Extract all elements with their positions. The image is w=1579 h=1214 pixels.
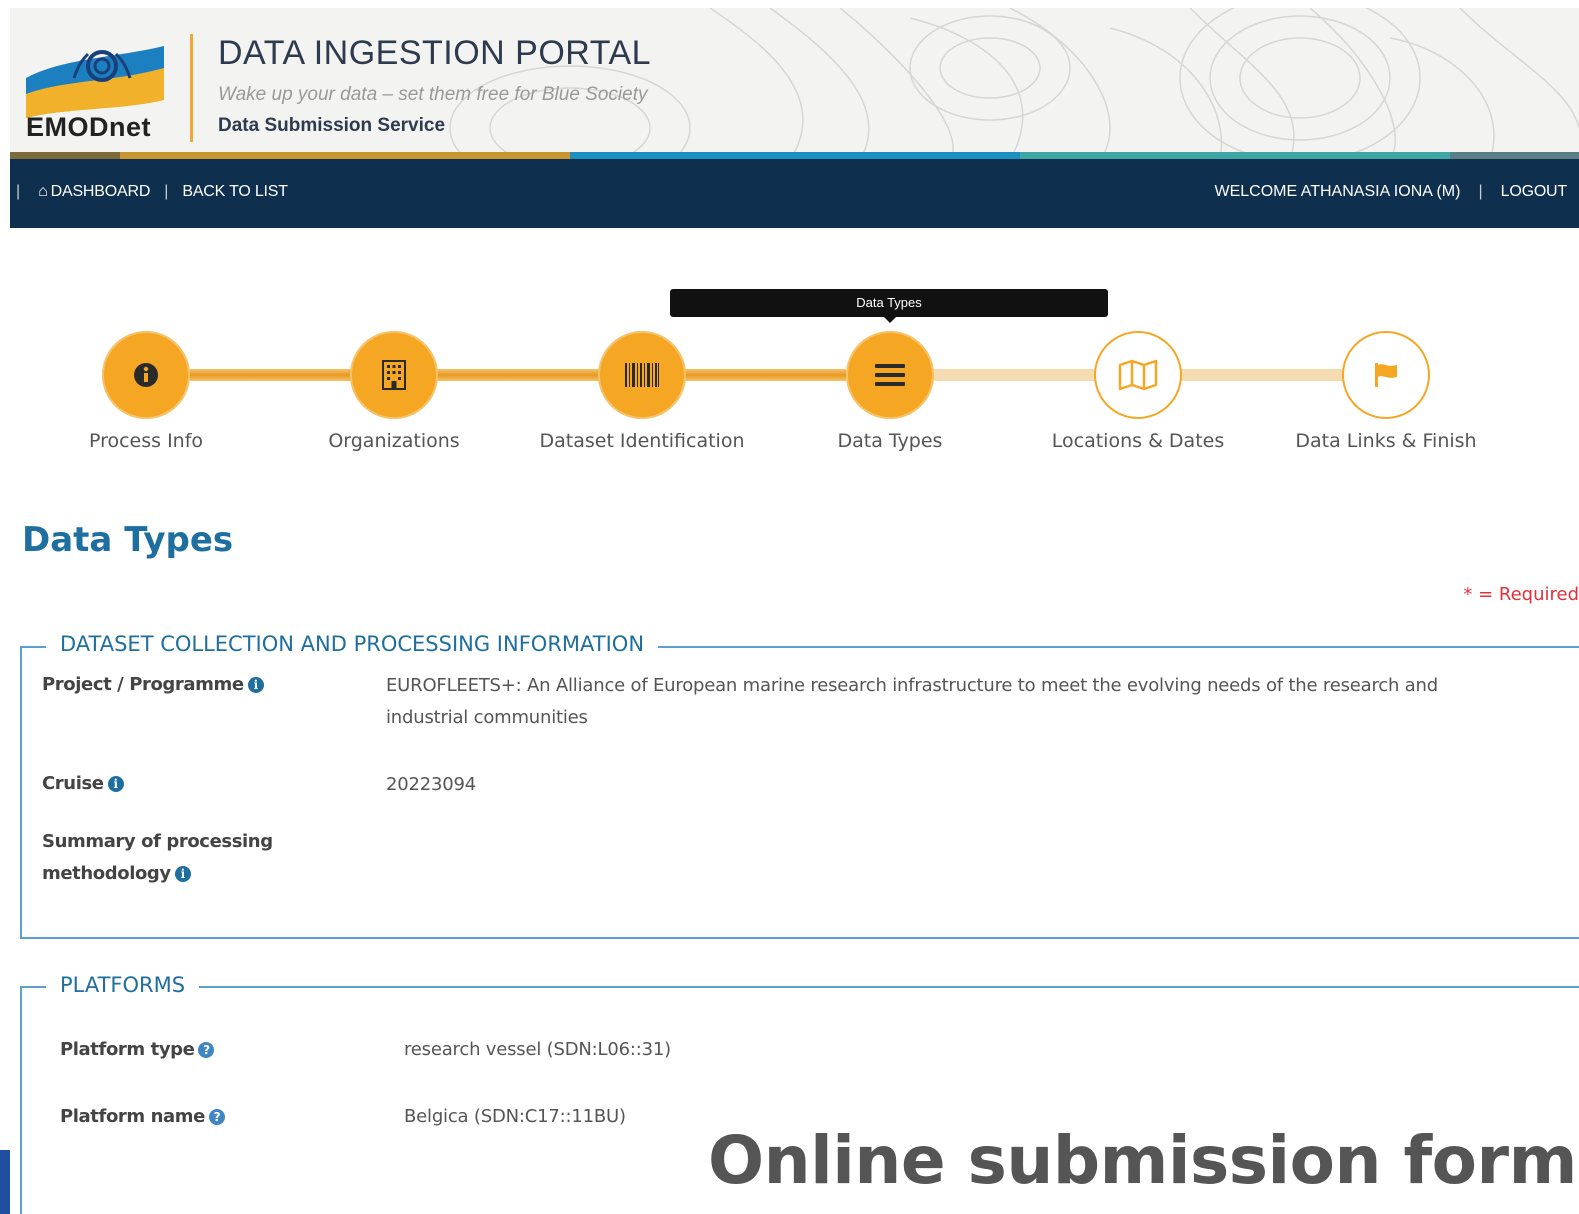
logo-divider <box>190 34 193 142</box>
info-icon[interactable]: i <box>174 866 191 882</box>
info-icon[interactable]: i <box>247 677 264 693</box>
platform-name-label: Platform name? <box>60 1106 225 1127</box>
brand-name: EMODnet <box>26 112 151 142</box>
portal-tagline: Wake up your data – set them free for Bl… <box>218 84 648 105</box>
step-tooltip: Data Types <box>670 289 1108 317</box>
dashboard-label: DASHBOARD <box>50 183 151 200</box>
step-label: Dataset Identification <box>539 430 745 452</box>
corner-accent <box>0 1150 10 1214</box>
step-locations-dates[interactable] <box>1094 331 1182 419</box>
project-label: Project / Programme i <box>42 674 264 695</box>
platform-name-value: Belgica (SDN:C17::11BU) <box>404 1106 626 1127</box>
help-icon[interactable]: ? <box>198 1042 215 1058</box>
required-note: * = Required <box>1463 584 1579 605</box>
info-icon <box>134 363 158 387</box>
step-process-info[interactable] <box>102 331 190 419</box>
project-value-line: industrial communities <box>386 707 588 728</box>
step-dataset-identification[interactable] <box>598 331 686 419</box>
dashboard-link[interactable]: ⌂ DASHBOARD <box>38 183 150 201</box>
page-title: Data Types <box>22 520 234 560</box>
step-label: Data Links & Finish <box>1295 430 1477 452</box>
strip-segment <box>1020 152 1450 159</box>
step-label: Process Info <box>88 430 204 452</box>
cruise-value: 20223094 <box>386 774 477 795</box>
cruise-label: Cruise i <box>42 773 124 794</box>
map-icon <box>1118 359 1158 391</box>
strip-segment <box>570 152 1020 159</box>
portal-title: DATA INGESTION PORTAL <box>218 34 652 72</box>
slide-caption: Online submission form <box>708 1122 1577 1199</box>
home-icon: ⌂ <box>38 183 48 200</box>
strip-segment <box>120 152 570 159</box>
header-color-strip <box>10 152 1579 159</box>
summary-label-line: Summary of processing <box>42 831 273 852</box>
top-navbar: | ⌂ DASHBOARD | BACK TO LIST WELCOME ATHA… <box>10 159 1579 228</box>
step-organizations[interactable] <box>350 331 438 419</box>
summary-label-line: methodology <box>42 863 171 884</box>
barcode-icon <box>625 363 659 387</box>
info-icon[interactable]: i <box>107 776 124 792</box>
step-data-types[interactable] <box>846 331 934 419</box>
step-data-links-finish[interactable] <box>1342 331 1430 419</box>
nav-left: | ⌂ DASHBOARD | BACK TO LIST <box>16 183 288 201</box>
logout-link[interactable]: LOGOUT <box>1501 183 1568 201</box>
platform-type-label: Platform type? <box>60 1039 215 1060</box>
platform-type-label-text: Platform type <box>60 1039 195 1060</box>
flag-icon <box>1375 363 1397 387</box>
step-label: Data Types <box>837 430 943 452</box>
welcome-user: WELCOME ATHANASIA IONA (M) <box>1214 183 1461 200</box>
strip-segment <box>1450 152 1579 159</box>
summary-label: Summary of processing methodology i <box>42 826 273 890</box>
building-icon <box>382 360 406 390</box>
collection-legend: DATASET COLLECTION AND PROCESSING INFORM… <box>46 632 659 656</box>
platforms-legend: PLATFORMS <box>46 973 200 997</box>
nav-right: WELCOME ATHANASIA IONA (M) | LOGOUT <box>1215 183 1568 201</box>
step-label: Locations & Dates <box>1051 430 1225 452</box>
cruise-label-text: Cruise <box>42 773 104 794</box>
nav-separator: | <box>164 183 169 200</box>
strip-segment <box>10 152 120 159</box>
project-value-line: EUROFLEETS+: An Alliance of European mar… <box>386 675 1438 696</box>
nav-separator: | <box>16 183 21 200</box>
back-to-list-link[interactable]: BACK TO LIST <box>182 183 288 201</box>
tooltip-arrow <box>884 317 896 323</box>
platform-type-value: research vessel (SDN:L06::31) <box>404 1039 671 1060</box>
platform-name-label-text: Platform name <box>60 1106 205 1127</box>
step-label: Organizations <box>328 430 460 452</box>
nav-separator: | <box>1478 183 1483 200</box>
help-icon[interactable]: ? <box>208 1109 225 1125</box>
project-label-text: Project / Programme <box>42 674 244 695</box>
portal-service: Data Submission Service <box>218 115 446 136</box>
list-icon <box>875 364 905 386</box>
portal-header: EMODnet DATA INGESTION PORTAL Wake up yo… <box>10 8 1579 160</box>
project-value: EUROFLEETS+: An Alliance of European mar… <box>386 670 1566 734</box>
progress-line-done <box>190 369 846 381</box>
